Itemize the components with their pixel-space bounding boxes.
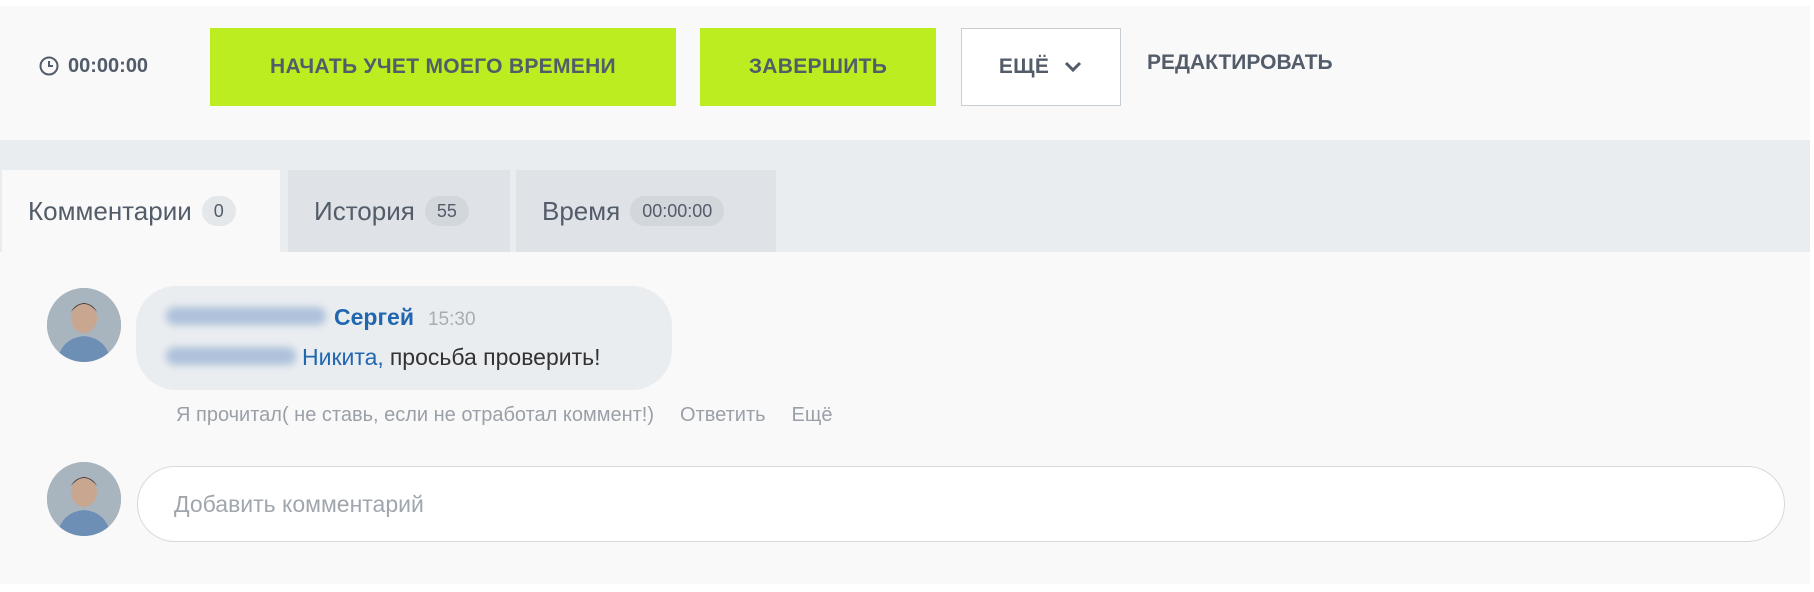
tabs-bar: Комментарии 0 История 55 Время 00:00:00 bbox=[0, 140, 1810, 252]
blurred-surname bbox=[166, 347, 296, 365]
current-user-avatar bbox=[47, 462, 121, 536]
mention-link[interactable]: Никита, bbox=[302, 344, 384, 371]
comment-author[interactable]: Сергей bbox=[334, 304, 414, 331]
tab-comments[interactable]: Комментарии 0 bbox=[2, 170, 280, 252]
chevron-down-icon bbox=[1065, 61, 1082, 73]
clock-icon bbox=[39, 56, 59, 76]
more-link[interactable]: Ещё bbox=[792, 404, 833, 427]
tab-time[interactable]: Время 00:00:00 bbox=[516, 170, 776, 252]
timer: 00:00:00 bbox=[38, 51, 148, 81]
comment-bubble: Сергей 15:30 Никита, просьба проверить! bbox=[136, 286, 672, 390]
start-time-tracking-button[interactable]: НАЧАТЬ УЧЕТ МОЕГО ВРЕМЕНИ bbox=[210, 28, 676, 106]
comment-time: 15:30 bbox=[427, 309, 476, 330]
more-button[interactable]: ЕЩЁ bbox=[961, 28, 1121, 106]
history-count-badge: 55 bbox=[424, 196, 469, 226]
tab-label: Комментарии bbox=[28, 195, 192, 226]
comment-text: просьба проверить! bbox=[389, 344, 601, 370]
more-button-label: ЕЩЁ bbox=[998, 55, 1050, 78]
comments-count-badge: 0 bbox=[201, 196, 236, 226]
comment-text-line: Никита, просьба проверить! bbox=[166, 344, 601, 371]
time-badge: 00:00:00 bbox=[630, 196, 725, 226]
comment-actions: Я прочитал( не ставь, если не отработал … bbox=[176, 404, 832, 427]
add-comment-input[interactable] bbox=[137, 466, 1785, 542]
blurred-surname bbox=[166, 307, 326, 325]
mark-read-link[interactable]: Я прочитал( не ставь, если не отработал … bbox=[176, 404, 654, 427]
timer-value: 00:00:00 bbox=[68, 54, 149, 77]
user-photo-icon bbox=[47, 462, 121, 536]
avatar[interactable] bbox=[47, 288, 121, 362]
reply-link[interactable]: Ответить bbox=[680, 404, 766, 427]
task-panel: 00:00:00 НАЧАТЬ УЧЕТ МОЕГО ВРЕМЕНИ ЗАВЕР… bbox=[0, 6, 1810, 584]
finish-button[interactable]: ЗАВЕРШИТЬ bbox=[700, 28, 936, 106]
tab-label: Время bbox=[542, 195, 621, 226]
comment-author-line: Сергей 15:30 bbox=[166, 304, 476, 331]
tab-label: История bbox=[314, 195, 415, 226]
edit-button[interactable]: РЕДАКТИРОВАТЬ bbox=[1147, 51, 1333, 75]
tab-history[interactable]: История 55 bbox=[288, 170, 510, 252]
toolbar: 00:00:00 НАЧАТЬ УЧЕТ МОЕГО ВРЕМЕНИ ЗАВЕР… bbox=[0, 6, 1810, 140]
user-photo-icon bbox=[47, 288, 121, 362]
